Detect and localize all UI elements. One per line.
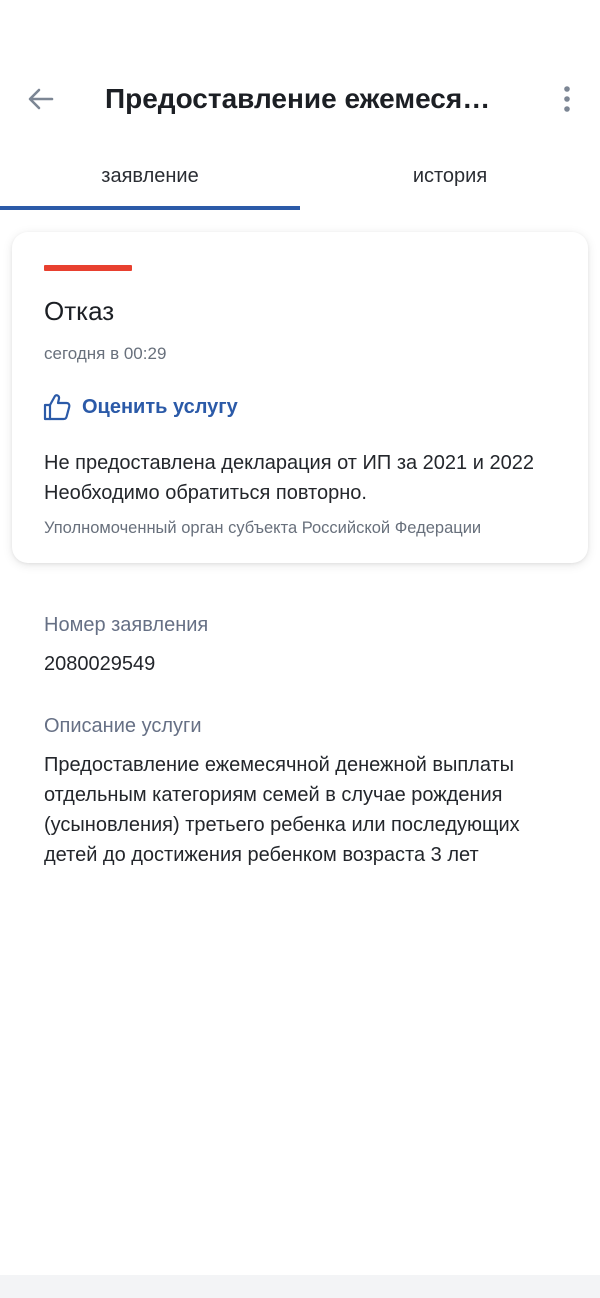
app-header: Предоставление ежемеся… [0,60,600,140]
service-description-label: Описание услуги [44,715,202,737]
back-button[interactable] [24,82,58,116]
status-title: Отказ [44,296,115,326]
tab-application-label: заявление [101,165,199,187]
tab-application[interactable]: заявление [0,150,300,210]
tab-bar: заявление история [0,150,600,210]
rate-service-label: Оценить услугу [82,395,238,418]
more-menu-button[interactable] [552,82,582,116]
thumbs-up-icon [43,394,71,421]
application-number-label: Номер заявления [44,614,209,636]
page-title: Предоставление ежемеся… [105,83,491,114]
tab-history-label: история [412,165,488,187]
status-message: Не предоставлена декларация от ИП за 202… [44,452,534,504]
status-organization: Уполномоченный орган субъекта Российской… [44,519,482,537]
arrow-left-icon [28,88,54,110]
tab-history[interactable]: история [300,150,600,210]
active-tab-indicator [0,206,300,210]
status-indicator-bar [44,265,132,271]
application-number-value: 2080029549 [44,653,156,675]
service-description-value: Предоставление ежемесячной денежной выпл… [44,754,520,866]
rate-service-link[interactable]: Оценить услугу [42,392,238,422]
status-card: Отказ сегодня в 00:29 Оценить услугу Не … [12,232,588,563]
bottom-navigation-strip [0,1275,600,1298]
status-timestamp: сегодня в 00:29 [44,344,167,363]
more-vertical-icon [564,86,570,112]
